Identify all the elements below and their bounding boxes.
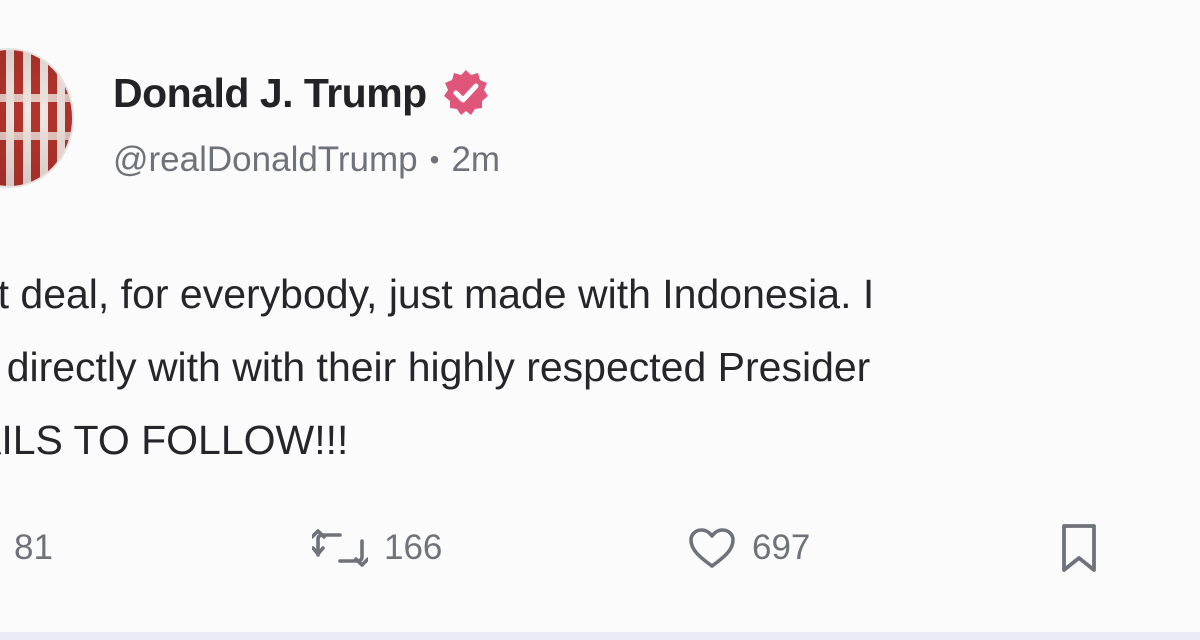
heart-icon [688,527,736,569]
post-body-line: eat deal, for everybody, just made with … [0,271,875,317]
bookmark-icon [1058,522,1100,574]
post-body-line: TAILS TO FOLLOW!!! [0,417,349,463]
avatar-shade [0,50,72,186]
verified-badge-icon [441,68,491,118]
reply-button[interactable]: 81 [0,518,53,578]
like-button[interactable]: 697 [688,518,810,578]
post-timestamp[interactable]: 2m [451,140,500,180]
reply-count: 81 [14,528,53,567]
like-count: 697 [752,528,811,567]
bookmark-button[interactable] [1058,518,1100,578]
avatar[interactable] [0,50,72,186]
post-actions-bar: 81 166 697 [0,518,1200,578]
author-display-name[interactable]: Donald J. Trump [113,70,427,117]
post-body: eat deal, for everybody, just made with … [0,258,1200,477]
meta-separator: • [429,144,440,175]
bottom-divider [0,632,1200,640]
post-body-line: alt directly with with their highly resp… [0,344,871,390]
author-meta-row: @realDonaldTrump • 2m [113,140,500,180]
repost-button[interactable]: 166 [312,518,442,578]
post-card: Donald J. Trump @realDonaldTrump • 2m ea… [0,0,1200,632]
repost-icon [312,527,368,569]
author-handle[interactable]: @realDonaldTrump [113,140,418,180]
author-name-row: Donald J. Trump [113,68,491,118]
repost-count: 166 [384,528,443,567]
